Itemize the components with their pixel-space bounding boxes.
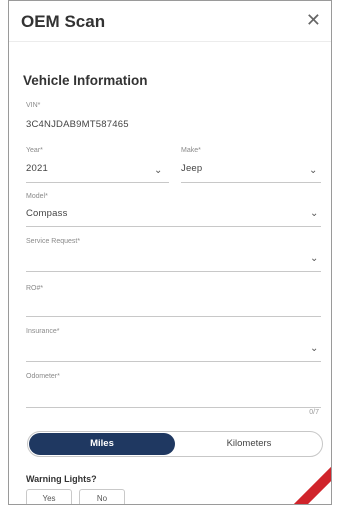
dialog-title: OEM Scan: [21, 12, 106, 31]
service-request-label: Service Request*: [26, 238, 81, 245]
service-request-select[interactable]: Service Request* ⌄: [26, 238, 321, 270]
chevron-down-icon: ⌄: [310, 343, 319, 354]
year-label: Year*: [26, 147, 43, 154]
year-select[interactable]: Year* 2021 ⌄: [26, 147, 166, 179]
oem-scan-dialog: OEM Scan ✕ Vehicle Information VIN* 3C4N…: [8, 0, 332, 505]
model-underline: [26, 226, 321, 227]
ro-number-underline: [26, 316, 321, 317]
service-request-underline: [26, 271, 321, 272]
insurance-select[interactable]: Insurance* ⌄: [26, 328, 321, 360]
chevron-down-icon: ⌄: [310, 208, 319, 219]
units-toggle: Miles Kilometers: [27, 431, 323, 457]
make-underline: [181, 182, 321, 183]
insurance-underline: [26, 361, 321, 362]
vin-label: VIN*: [26, 102, 41, 109]
ro-number-input[interactable]: RO#*: [26, 285, 321, 315]
vin-value: 3C4NJDAB9MT587465: [26, 119, 129, 130]
insurance-label: Insurance*: [26, 328, 60, 335]
close-icon[interactable]: ✕: [306, 11, 321, 29]
chevron-down-icon: ⌄: [310, 253, 319, 264]
corner-ribbon: [289, 462, 331, 504]
odometer-input[interactable]: Odometer*: [26, 373, 321, 405]
odometer-character-counter: 0/7: [309, 409, 319, 416]
make-select[interactable]: Make* Jeep ⌄: [181, 147, 321, 179]
make-label: Make*: [181, 147, 201, 154]
section-title: Vehicle Information: [23, 73, 148, 88]
ro-number-label: RO#*: [26, 285, 44, 292]
kilometers-toggle-button[interactable]: Kilometers: [178, 433, 320, 455]
model-value: Compass: [26, 208, 68, 219]
warning-yes-button[interactable]: Yes: [26, 489, 72, 504]
make-value: Jeep: [181, 163, 203, 174]
odometer-underline: [26, 407, 321, 408]
model-select[interactable]: Model* Compass ⌄: [26, 193, 321, 225]
dialog-header: OEM Scan ✕: [9, 1, 331, 39]
year-underline: [26, 182, 169, 183]
warning-lights-label: Warning Lights?: [26, 474, 97, 484]
year-value: 2021: [26, 163, 48, 174]
miles-toggle-button[interactable]: Miles: [29, 433, 175, 455]
warning-no-button[interactable]: No: [79, 489, 125, 504]
header-divider: [9, 41, 331, 42]
chevron-down-icon: ⌄: [154, 165, 163, 176]
vin-field[interactable]: VIN* 3C4NJDAB9MT587465: [26, 102, 318, 132]
model-label: Model*: [26, 193, 48, 200]
odometer-label: Odometer*: [26, 373, 60, 380]
chevron-down-icon: ⌄: [309, 165, 318, 176]
